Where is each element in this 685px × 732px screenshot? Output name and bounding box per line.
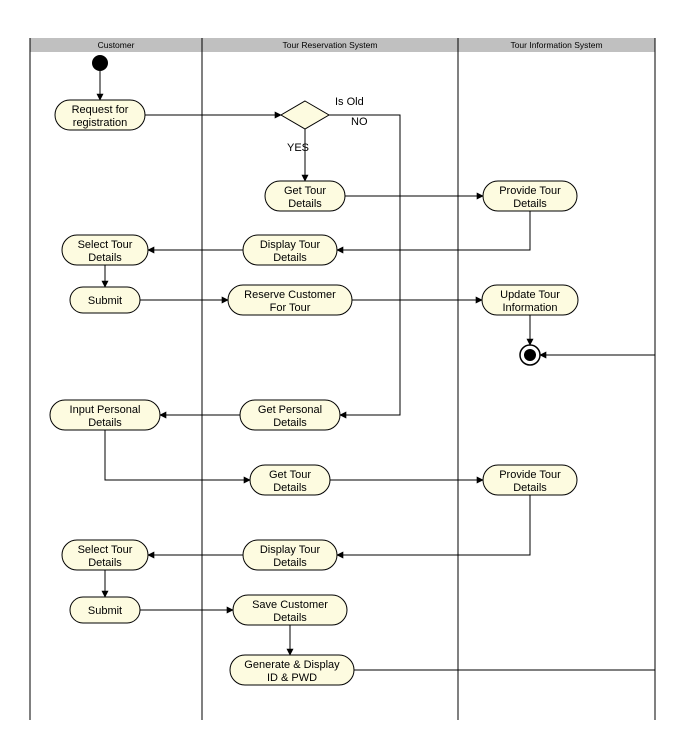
activity-label-line2: Details <box>273 252 307 264</box>
activity-label-line2: Details <box>88 417 122 429</box>
decision-label: Is Old <box>335 96 364 108</box>
edge-provide_tour_details_2-to-display_tour_details_2 <box>337 495 530 555</box>
node-display_tour_details_2: Display TourDetails <box>243 540 337 570</box>
end-node-dot <box>524 349 536 361</box>
activity-label-line2: Details <box>273 482 307 494</box>
activity-label-line1: Display Tour <box>260 544 321 556</box>
activity-label-line2: Details <box>273 417 307 429</box>
activity-label-line1: Get Personal <box>258 404 322 416</box>
activity-label-line1: Select Tour <box>78 544 133 556</box>
activity-diagram: Customer Tour Reservation System Tour Info… <box>0 0 685 732</box>
edge-generate_id_pwd-to-end <box>354 355 655 670</box>
start-node-icon <box>92 55 108 71</box>
activity-label-line1: Request for <box>72 104 129 116</box>
decision-yes-label: YES <box>287 142 309 154</box>
activity-label-line1: Get Tour <box>269 469 311 481</box>
edge-provide_tour_details_1-to-display_tour_details_1 <box>337 211 530 250</box>
activity-label-line2: Details <box>88 557 122 569</box>
node-update_tour_info: Update TourInformation <box>482 285 578 315</box>
activity-label-line1: Provide Tour <box>499 469 561 481</box>
node-provide_tour_details_1: Provide TourDetails <box>483 181 577 211</box>
node-submit_2: Submit <box>70 597 140 623</box>
activity-label-line1: Display Tour <box>260 239 321 251</box>
edge-input_personal_details-to-get_tour_details_2 <box>105 430 250 480</box>
node-get_tour_details_1: Get TourDetails <box>265 181 345 211</box>
node-start <box>92 55 108 71</box>
node-is_old: Is Old YES NO <box>281 96 368 154</box>
decision-diamond <box>281 101 329 129</box>
activity-label-line1: Get Tour <box>284 185 326 197</box>
activity-label: Submit <box>88 605 122 617</box>
activity-label-line2: registration <box>73 117 127 129</box>
decision-no-label: NO <box>351 116 368 128</box>
activity-label-line2: Details <box>513 198 547 210</box>
activity-label-line1: Provide Tour <box>499 185 561 197</box>
node-get_personal_details: Get PersonalDetails <box>240 400 340 430</box>
node-provide_tour_details_2: Provide TourDetails <box>483 465 577 495</box>
node-save_customer: Save CustomerDetails <box>233 595 347 625</box>
activity-label: Submit <box>88 295 122 307</box>
lane-header-customer: Customer <box>98 40 135 50</box>
node-generate_id_pwd: Generate & DisplayID & PWD <box>230 655 354 685</box>
activity-label-line1: Generate & Display <box>244 659 340 671</box>
activity-label-line2: Details <box>88 252 122 264</box>
lane-header-tis: Tour Information System <box>510 40 602 50</box>
node-select_tour_details_2: Select TourDetails <box>62 540 148 570</box>
node-reserve_customer: Reserve CustomerFor Tour <box>228 285 352 315</box>
activity-label-line2: Details <box>273 612 307 624</box>
lane-header-trs: Tour Reservation System <box>283 40 378 50</box>
activity-label-line1: Select Tour <box>78 239 133 251</box>
node-display_tour_details_1: Display TourDetails <box>243 235 337 265</box>
node-select_tour_details_1: Select TourDetails <box>62 235 148 265</box>
node-input_personal_details: Input PersonalDetails <box>50 400 160 430</box>
activity-label-line2: Details <box>513 482 547 494</box>
activity-label-line2: Details <box>273 557 307 569</box>
activity-label-line1: Update Tour <box>500 289 560 301</box>
activity-label-line1: Reserve Customer <box>244 289 336 301</box>
activity-label-line2: Details <box>288 198 322 210</box>
activity-label-line1: Save Customer <box>252 599 328 611</box>
activity-label-line1: Input Personal <box>70 404 141 416</box>
activity-label-line2: ID & PWD <box>267 672 317 684</box>
node-get_tour_details_2: Get TourDetails <box>250 465 330 495</box>
node-end <box>520 345 540 365</box>
edge-is_old-to-get_personal_details <box>329 115 400 415</box>
activity-label-line2: Information <box>502 302 557 314</box>
node-request_registration: Request forregistration <box>55 100 145 130</box>
activity-label-line2: For Tour <box>270 302 311 314</box>
node-submit_1: Submit <box>70 287 140 313</box>
